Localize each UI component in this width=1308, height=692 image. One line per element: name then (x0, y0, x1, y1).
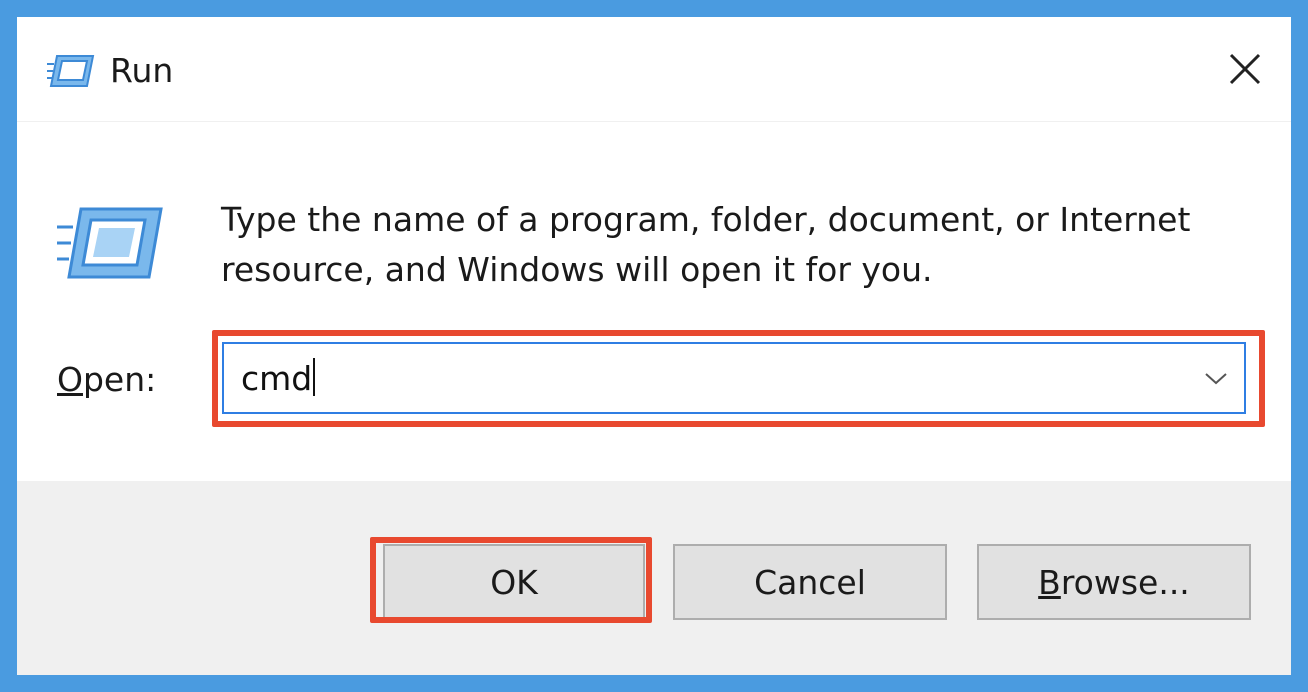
run-app-icon (57, 205, 163, 281)
chevron-down-icon[interactable] (1202, 366, 1230, 390)
cancel-button[interactable]: Cancel (673, 544, 947, 620)
window-title: Run (110, 51, 174, 90)
open-label-text: pen: (82, 360, 157, 399)
run-description: Type the name of a program, folder, docu… (221, 200, 1191, 289)
run-app-icon (47, 54, 95, 88)
browse-label: rowse... (1060, 562, 1190, 602)
open-label-accelerator: O (57, 360, 83, 399)
run-dialog: Run Type the name of a program, folder, … (0, 0, 1308, 692)
text-caret (313, 358, 316, 396)
ok-highlight-box (370, 537, 652, 623)
title-bar[interactable]: Run (17, 17, 1291, 122)
browse-button[interactable]: Browse... (977, 544, 1251, 620)
close-icon[interactable] (1221, 45, 1269, 93)
open-label: Open: (57, 360, 156, 399)
open-input[interactable]: cmd (241, 358, 316, 398)
open-input-value: cmd (241, 359, 313, 398)
browse-accelerator: B (1038, 562, 1061, 602)
open-combobox[interactable]: cmd (222, 342, 1246, 414)
